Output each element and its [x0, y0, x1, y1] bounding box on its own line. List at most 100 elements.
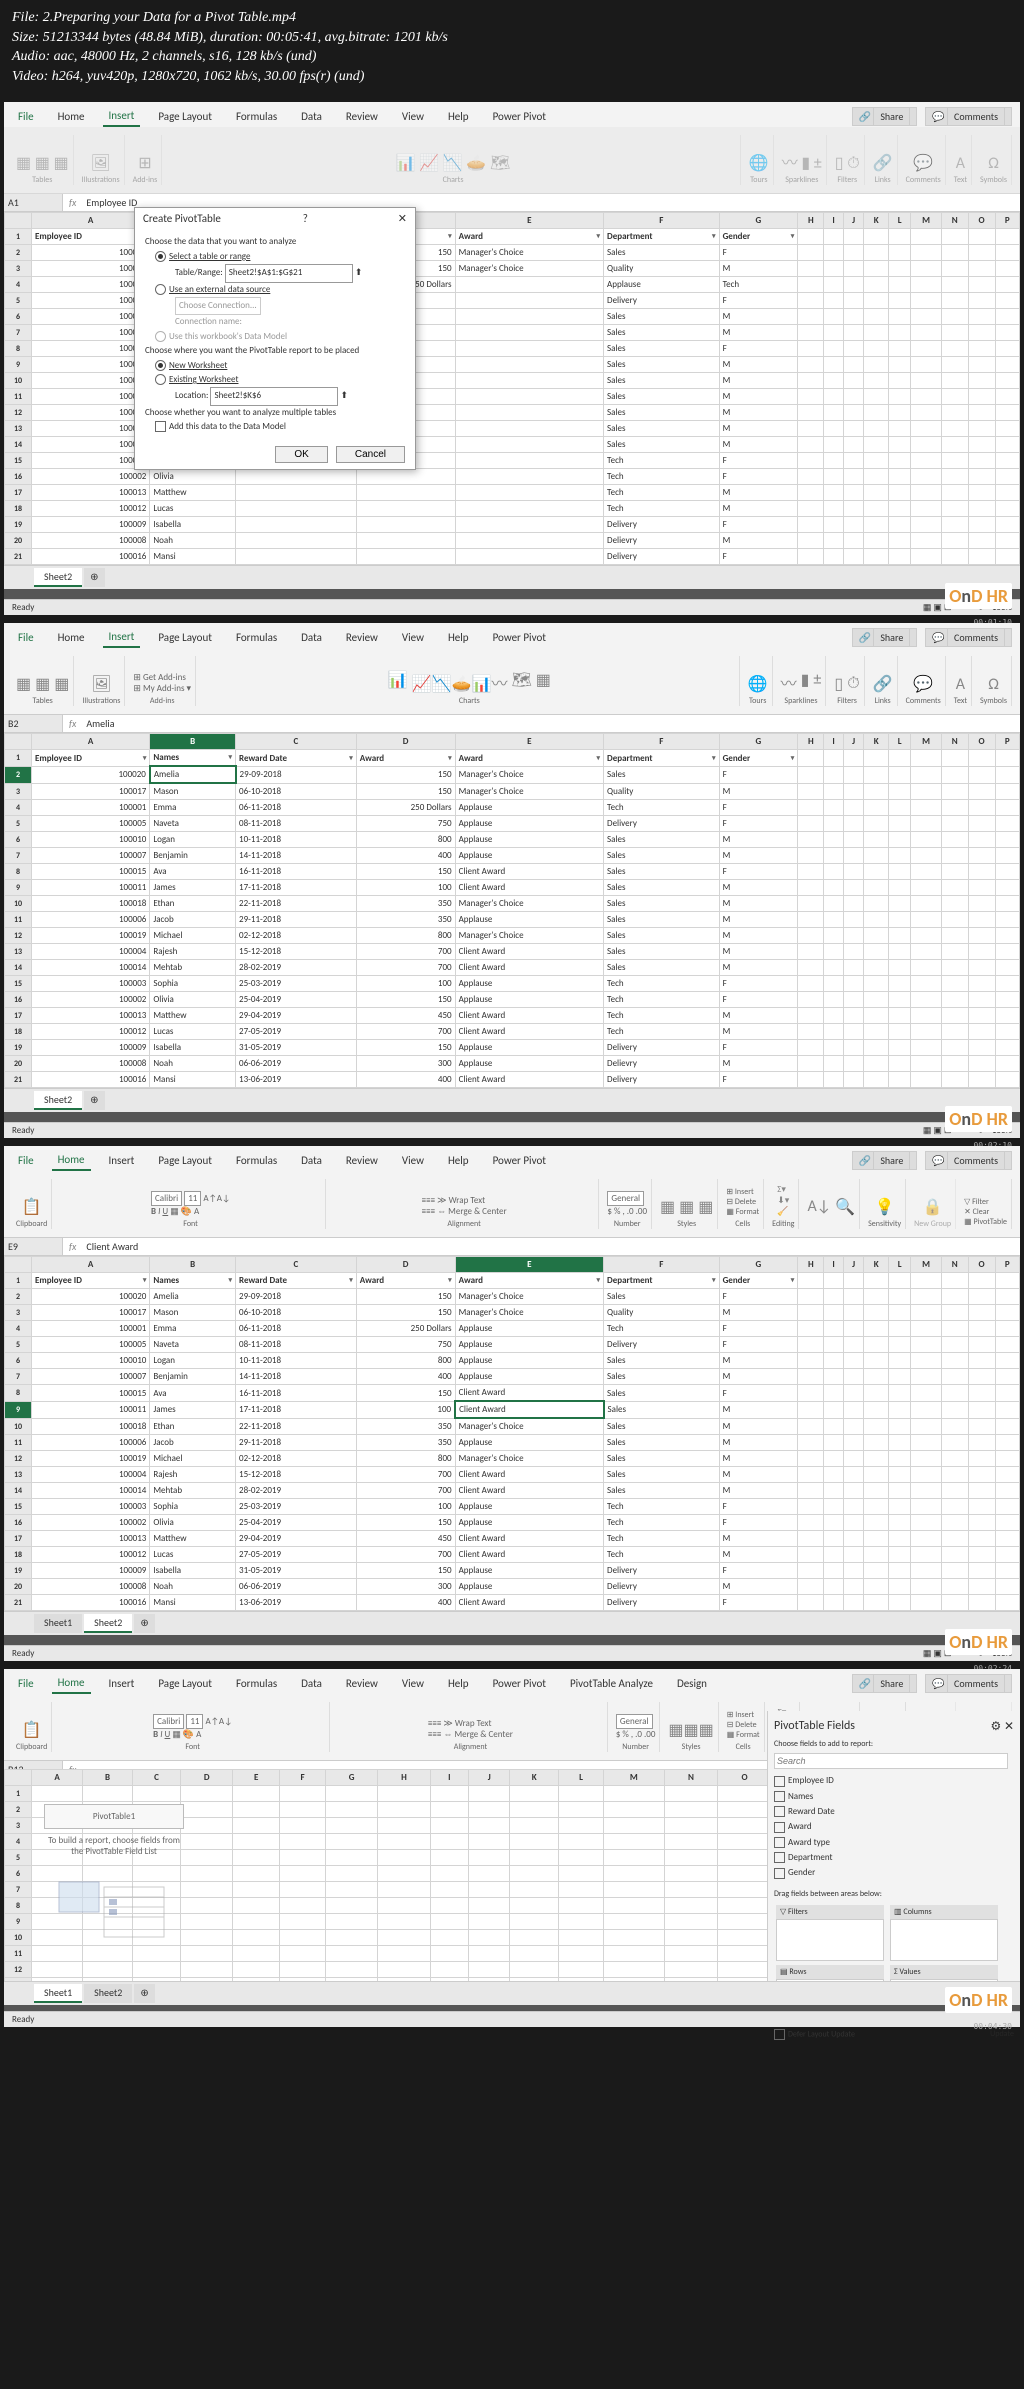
cell[interactable] [603, 1930, 664, 1946]
cell[interactable]: Manager's Choice [455, 1305, 603, 1321]
area-values[interactable]: Σ Values [890, 1965, 998, 1979]
cell[interactable] [378, 1850, 430, 1866]
cell[interactable]: 06-10-2018 [236, 783, 357, 800]
cell[interactable]: Jacob [150, 1435, 236, 1451]
cell[interactable]: 100 [356, 976, 455, 992]
col-header[interactable]: F [604, 213, 720, 229]
cell[interactable]: 800 [356, 832, 455, 848]
row-header[interactable]: 21 [5, 549, 32, 565]
cell[interactable]: Sales [604, 864, 720, 880]
cell[interactable] [236, 485, 357, 501]
cell[interactable]: F [719, 1321, 798, 1337]
cell[interactable] [325, 1946, 377, 1962]
cell[interactable]: 29-11-2018 [236, 1435, 357, 1451]
row-header[interactable]: 13 [5, 1467, 32, 1483]
links-icon[interactable]: 🔗 [873, 153, 893, 173]
range-picker-icon[interactable]: ⬆ [340, 390, 348, 401]
cell[interactable]: 06-10-2018 [236, 1305, 357, 1321]
cell[interactable] [236, 469, 357, 485]
ng-clear[interactable]: ✕ Clear [964, 1207, 989, 1217]
cell[interactable]: 400 [356, 1595, 455, 1611]
cond-format[interactable]: ▦ [660, 1197, 675, 1217]
cell[interactable]: James [150, 1401, 236, 1418]
cell[interactable] [430, 1834, 469, 1850]
cell[interactable]: 150 [356, 864, 455, 880]
formula-bar[interactable]: Client Award [82, 1238, 1020, 1255]
cell[interactable]: 100004 [32, 944, 150, 960]
row-header[interactable]: 13 [5, 944, 32, 960]
cell[interactable]: 100018 [32, 1418, 150, 1435]
cell[interactable]: 100004 [32, 1467, 150, 1483]
tab-help[interactable]: Help [442, 1151, 475, 1170]
cell[interactable]: M [719, 960, 798, 976]
cell[interactable] [280, 1930, 326, 1946]
cell[interactable]: M [719, 880, 798, 896]
tab-formulas[interactable]: Formulas [230, 628, 283, 647]
cell[interactable]: 350 [356, 896, 455, 912]
table-header[interactable]: Award▾ [455, 229, 603, 245]
cell[interactable] [181, 1866, 233, 1882]
cell[interactable]: Manager's Choice [455, 1451, 603, 1467]
row-header[interactable]: 20 [5, 533, 32, 549]
cell[interactable]: 31-05-2019 [236, 1563, 357, 1579]
cell[interactable]: 100017 [32, 261, 150, 277]
cell[interactable]: Ava [150, 1385, 236, 1402]
row-header[interactable]: 17 [5, 485, 32, 501]
cell[interactable]: Delievry [604, 533, 720, 549]
cell[interactable] [181, 1818, 233, 1834]
row-header[interactable]: 2 [5, 766, 32, 783]
cell[interactable]: Sales [604, 1467, 720, 1483]
cell[interactable]: 750 [356, 816, 455, 832]
cell[interactable]: Sales [604, 928, 720, 944]
cell[interactable]: 450 [356, 1531, 455, 1547]
chart-buttons[interactable]: 📈📉🥧📊〰 [412, 670, 508, 694]
row-header[interactable]: 12 [5, 1451, 32, 1467]
cell[interactable] [430, 1946, 469, 1962]
cell[interactable]: Sales [604, 309, 720, 325]
tab-review[interactable]: Review [340, 1674, 384, 1693]
wrap-text[interactable]: Wrap Text [449, 1195, 486, 1206]
tab-powerpivot[interactable]: Power Pivot [487, 107, 552, 126]
cell[interactable] [181, 1946, 233, 1962]
col-header[interactable]: E [455, 734, 603, 750]
cell[interactable]: 400 [356, 848, 455, 864]
tab-insert[interactable]: Insert [103, 1674, 141, 1693]
cell[interactable] [718, 1834, 772, 1850]
cell[interactable] [280, 1802, 326, 1818]
cell[interactable]: 22-11-2018 [236, 1418, 357, 1435]
cell[interactable]: 350 [356, 1435, 455, 1451]
cell[interactable] [325, 1818, 377, 1834]
row-header[interactable]: 5 [5, 293, 32, 309]
row-header[interactable]: 12 [5, 405, 32, 421]
pivotchart[interactable]: ▦ [536, 670, 551, 694]
table-header[interactable]: Department▾ [604, 229, 720, 245]
cell[interactable]: F [719, 864, 798, 880]
cell[interactable]: 100004 [32, 421, 150, 437]
cell[interactable]: M [719, 1483, 798, 1499]
cell[interactable] [356, 485, 455, 501]
cell[interactable] [378, 1882, 430, 1898]
row-header[interactable]: 4 [5, 277, 32, 293]
cell[interactable]: 150 [356, 1040, 455, 1056]
comments-button[interactable]: 💬 Comments [925, 1674, 1012, 1693]
tab-formulas[interactable]: Formulas [230, 1674, 283, 1693]
col-header[interactable]: G [719, 1257, 798, 1273]
cell[interactable]: Tech [604, 453, 720, 469]
format-table[interactable]: ▦ [679, 1197, 694, 1217]
cell[interactable]: Applause [455, 1563, 603, 1579]
col-header[interactable]: F [280, 1770, 326, 1786]
cell[interactable]: Naveta [150, 1337, 236, 1353]
cell[interactable]: M [719, 357, 798, 373]
row-header[interactable]: 10 [5, 896, 32, 912]
col-header[interactable]: J [843, 734, 864, 750]
cell[interactable]: 25-04-2019 [236, 992, 357, 1008]
row-header[interactable]: 5 [5, 816, 32, 832]
cell[interactable]: Emma [150, 800, 236, 816]
tab-home[interactable]: Home [52, 107, 91, 126]
tab-data[interactable]: Data [295, 1674, 328, 1693]
row-header[interactable]: 18 [5, 1547, 32, 1563]
format-cells[interactable]: ▦ Format [726, 1207, 759, 1217]
cell[interactable]: Tech [604, 1024, 720, 1040]
cell[interactable] [510, 1850, 559, 1866]
cell[interactable] [378, 1930, 430, 1946]
